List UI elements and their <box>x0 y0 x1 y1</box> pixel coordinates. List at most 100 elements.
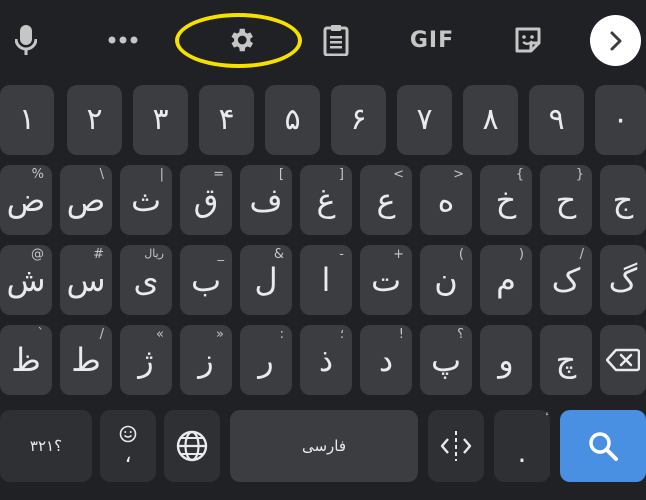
key-ghaf[interactable]: = ق <box>180 165 232 235</box>
key-mim[interactable]: ) م <box>480 245 532 315</box>
key-hint: ` <box>37 327 45 342</box>
key-hint: ؟ <box>457 327 464 342</box>
key-9[interactable]: ٩ <box>529 85 584 155</box>
key-hint: [ <box>278 167 284 182</box>
letter-row-3: ` ظ / ط «ژ » ز :ر ؛ ذ ! د ؟ پ و چ <box>0 325 646 395</box>
sticker-icon[interactable] <box>508 0 548 80</box>
key-kaf[interactable]: / ک <box>540 245 592 315</box>
key-sad[interactable]: \ ص <box>60 165 112 235</box>
number-row: ١ ٢ ٣ ۴ ۵ ۶ ٧ ٨ ٩ ٠ <box>0 85 646 155</box>
key-label: ١ <box>18 102 36 137</box>
key-label: ن <box>434 261 458 299</box>
key-1[interactable]: ١ <box>0 85 54 155</box>
key-zal[interactable]: ؛ ذ <box>300 325 352 395</box>
key-alef[interactable]: -ا <box>300 245 352 315</box>
backspace-key[interactable] <box>600 325 646 395</box>
emoji-comma-key[interactable]: ، <box>100 410 156 482</box>
key-5[interactable]: ۵ <box>265 85 320 155</box>
key-label: ک <box>551 261 581 299</box>
key-lam[interactable]: & ل <box>240 245 292 315</box>
key-hint: _ <box>217 247 225 262</box>
key-hint: } <box>575 167 584 182</box>
key-hint: ریال <box>144 247 164 260</box>
key-label: ج <box>612 181 634 219</box>
key-hint: ؛ <box>339 327 344 342</box>
gif-button[interactable]: GIF <box>402 0 462 80</box>
cursor-control-key[interactable] <box>428 410 484 482</box>
key-jim[interactable]: ج <box>600 165 646 235</box>
key-7[interactable]: ٧ <box>397 85 452 155</box>
chevron-right-icon[interactable] <box>590 15 641 66</box>
key-ta[interactable]: / ط <box>60 325 112 395</box>
key-label: ژ <box>138 341 154 379</box>
key-6[interactable]: ۶ <box>331 85 386 155</box>
key-hint: > <box>453 167 464 182</box>
backspace-icon <box>606 348 640 372</box>
key-label: ا <box>321 261 331 299</box>
language-key[interactable] <box>164 410 220 482</box>
key-hint: % <box>31 167 44 182</box>
key-label: ٢ <box>86 102 103 137</box>
key-label: خ <box>495 181 517 219</box>
key-label: د <box>378 341 394 379</box>
key-khe[interactable]: {خ <box>480 165 532 235</box>
key-sin[interactable]: # س <box>60 245 112 315</box>
key-ein[interactable]: < ع <box>360 165 412 235</box>
key-ze[interactable]: » ز <box>180 325 232 395</box>
key-0[interactable]: ٠ <box>595 85 646 155</box>
key-pe[interactable]: ؟ پ <box>420 325 472 395</box>
keyboard-toolbar: GIF <box>0 0 646 80</box>
more-icon[interactable] <box>101 0 145 80</box>
space-key[interactable]: فارسی <box>230 410 418 482</box>
key-che[interactable]: چ <box>540 325 592 395</box>
key-label: ٠ <box>612 102 629 137</box>
key-shin[interactable]: @ ش <box>0 245 52 315</box>
key-he[interactable]: > ه <box>420 165 472 235</box>
key-label: گ <box>608 261 638 299</box>
cursor-move-icon <box>440 431 472 461</box>
key-se[interactable]: | ث <box>120 165 172 235</box>
key-za[interactable]: ` ظ <box>0 325 52 395</box>
clipboard-icon[interactable] <box>318 0 354 80</box>
key-label: پ <box>430 341 462 379</box>
key-vav[interactable]: و <box>480 325 532 395</box>
key-hint: | <box>159 167 164 182</box>
comma-label: ، <box>124 443 132 468</box>
bottom-row: ؟٣٢١ ، فارسی ٔ . <box>0 410 646 482</box>
key-label: ل <box>254 261 278 299</box>
key-hint: ] <box>338 167 344 182</box>
key-zad[interactable]: % ض <box>0 165 52 235</box>
key-dal[interactable]: ! د <box>360 325 412 395</box>
key-8[interactable]: ٨ <box>463 85 518 155</box>
key-re[interactable]: :ر <box>240 325 292 395</box>
key-label: و <box>498 341 514 379</box>
key-2[interactable]: ٢ <box>67 85 122 155</box>
search-enter-key[interactable] <box>560 410 646 482</box>
symbols-key[interactable]: ؟٣٢١ <box>0 410 92 482</box>
key-gaf[interactable]: گ <box>600 245 646 315</box>
key-hint: ) <box>518 247 524 262</box>
key-zhe[interactable]: «ژ <box>120 325 172 395</box>
key-label: ت <box>370 261 402 299</box>
key-he-jimi[interactable]: } ح <box>540 165 592 235</box>
space-label: فارسی <box>301 437 347 455</box>
key-label: ذ <box>318 341 334 379</box>
key-ghein[interactable]: ] غ <box>300 165 352 235</box>
period-key[interactable]: ٔ . <box>494 410 550 482</box>
key-te[interactable]: + ت <box>360 245 412 315</box>
mic-icon[interactable] <box>5 0 47 80</box>
key-fe[interactable]: [ف <box>240 165 292 235</box>
key-label: ی <box>133 261 159 299</box>
key-be[interactable]: _ ب <box>180 245 232 315</box>
key-label: ط <box>71 341 101 379</box>
key-3[interactable]: ٣ <box>133 85 188 155</box>
key-label: م <box>496 261 516 299</box>
symbols-label: ؟٣٢١ <box>29 437 63 455</box>
key-noon[interactable]: (ن <box>420 245 472 315</box>
key-ye[interactable]: ریال ی <box>120 245 172 315</box>
key-4[interactable]: ۴ <box>199 85 254 155</box>
key-label: س <box>66 261 106 299</box>
key-label: ٨ <box>482 102 499 137</box>
key-hint: / <box>579 247 584 262</box>
key-label: ش <box>6 261 46 299</box>
